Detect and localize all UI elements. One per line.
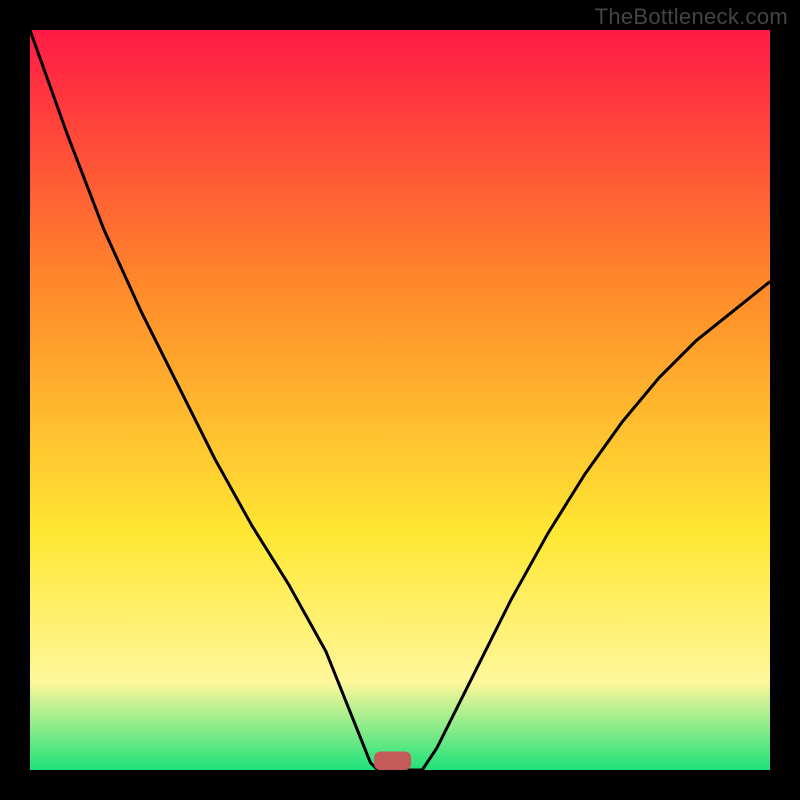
- optimal-marker: [374, 752, 411, 771]
- chart-svg: [30, 30, 770, 770]
- watermark-text: TheBottleneck.com: [595, 4, 788, 30]
- gradient-background: [30, 30, 770, 770]
- chart-frame: TheBottleneck.com: [0, 0, 800, 800]
- plot-area: [30, 30, 770, 770]
